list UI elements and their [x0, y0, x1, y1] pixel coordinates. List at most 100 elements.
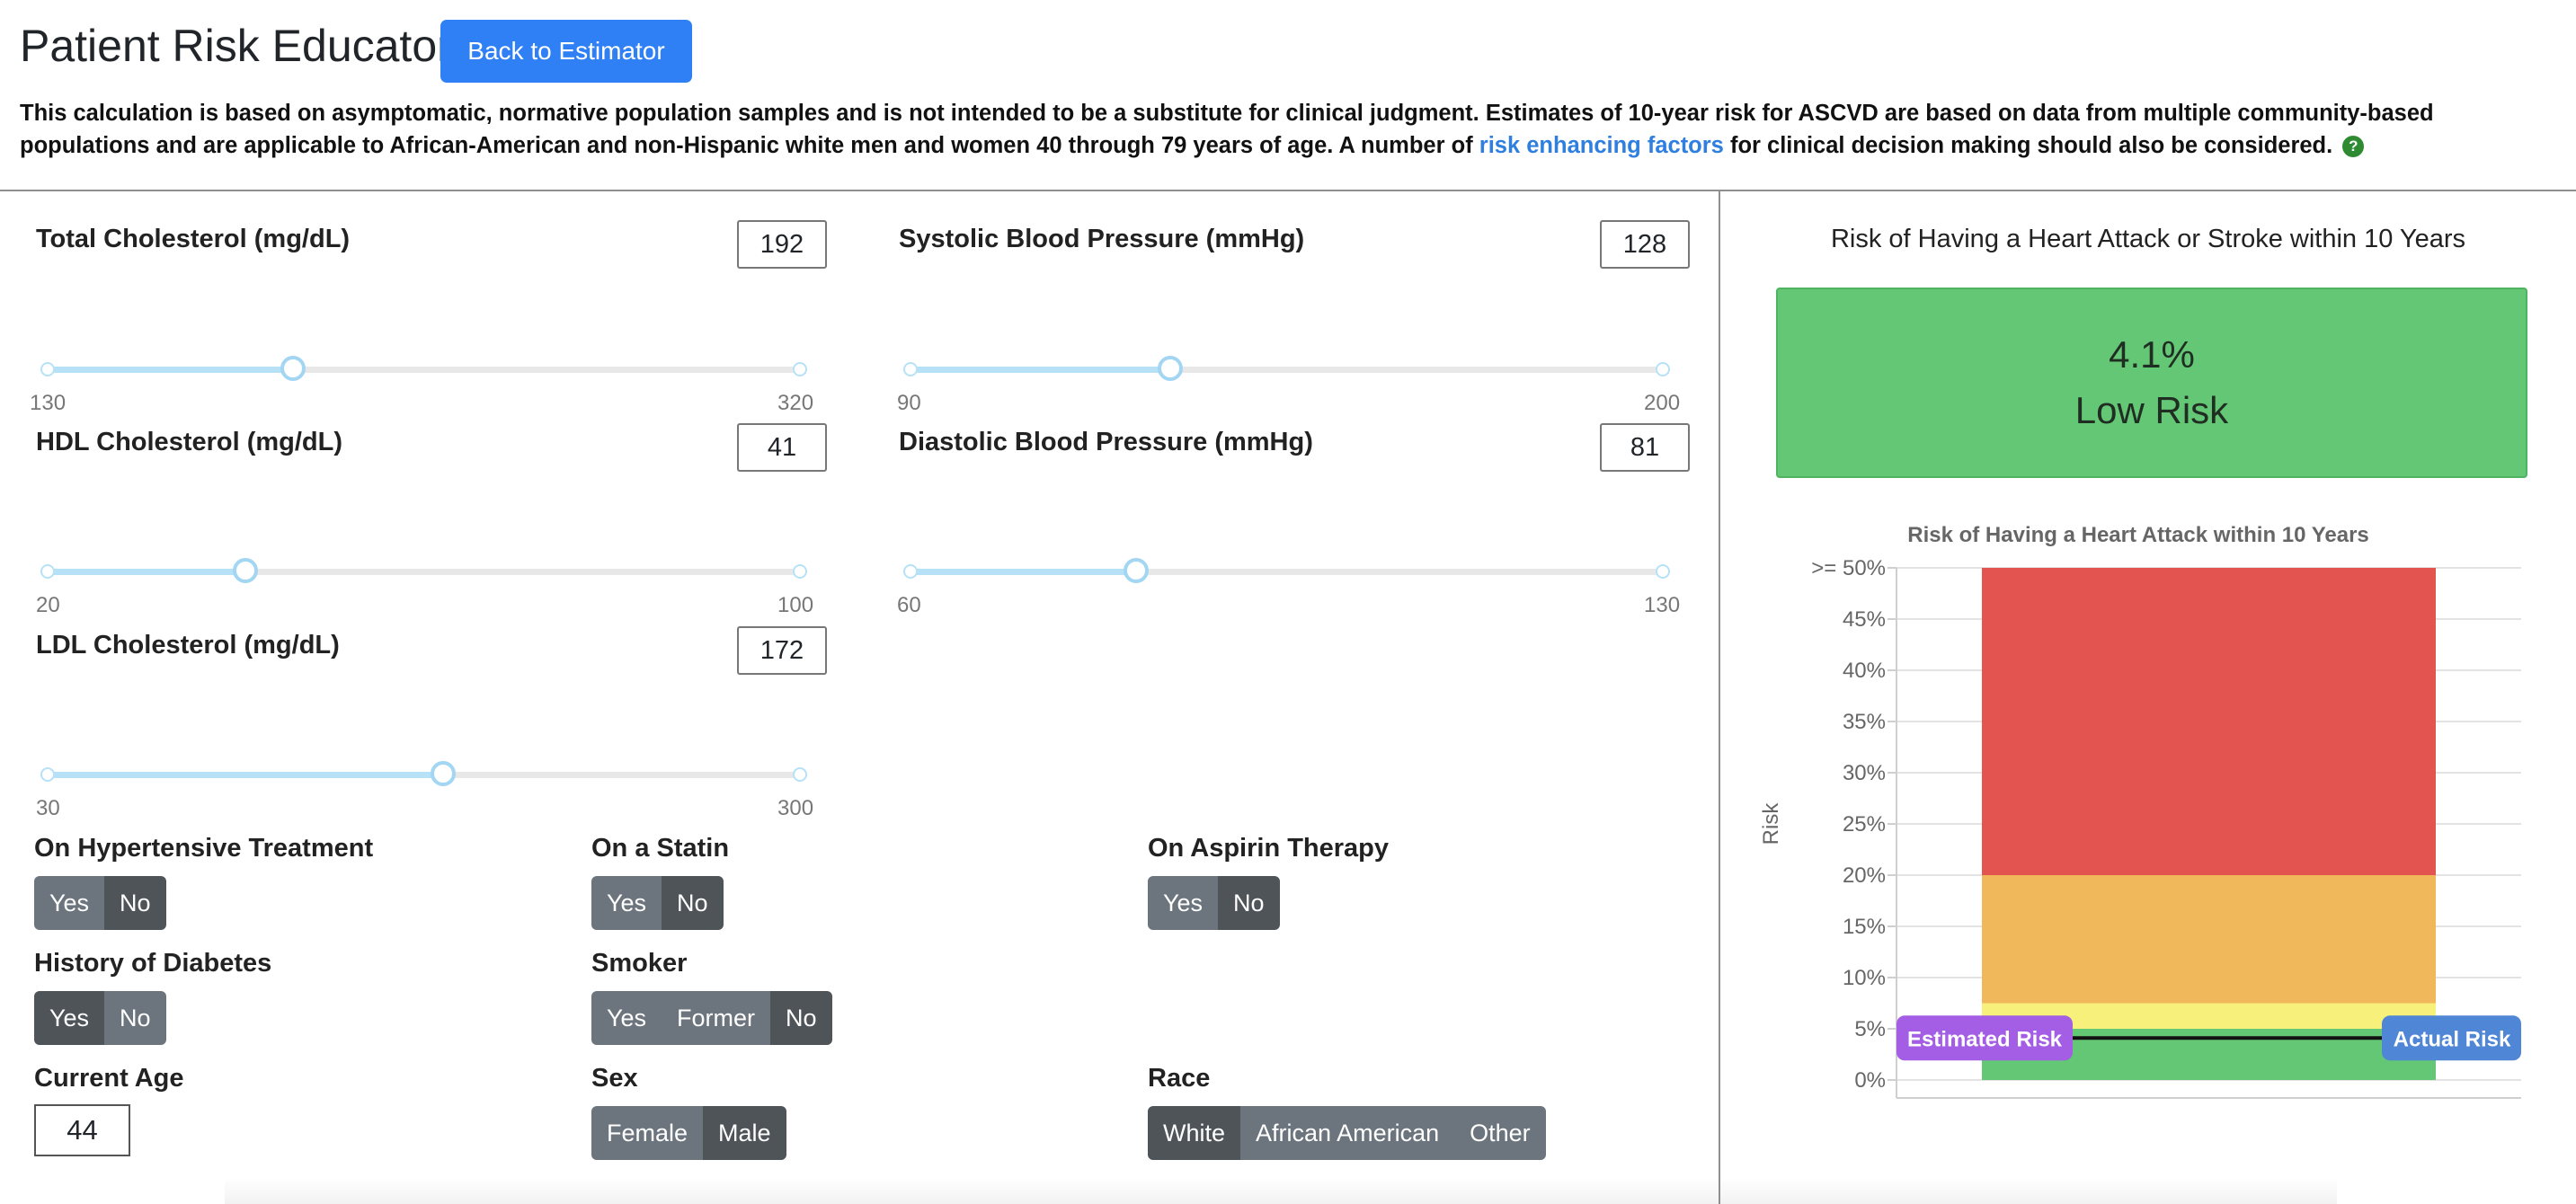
risk-band-2: [1982, 875, 2436, 1004]
total-cholesterol-label: Total Cholesterol (mg/dL): [36, 225, 351, 253]
systolic-bp-label: Systolic Blood Pressure (mmHg): [899, 225, 1305, 253]
hypertensive-option-no[interactable]: No: [104, 876, 166, 930]
risk-title: Risk of Having a Heart Attack or Stroke …: [1830, 225, 2465, 253]
smoker-toggle[interactable]: Yes Former No: [591, 991, 832, 1045]
risk-enhancing-factors-link[interactable]: risk enhancing factors: [1479, 133, 1724, 158]
y-tick-label: 45%: [1843, 607, 1886, 632]
systolic-bp-max: 200: [1644, 391, 1681, 415]
hdl-min: 20: [36, 593, 60, 617]
systolic-bp-slider[interactable]: [903, 353, 1670, 384]
hypertensive-treatment-toggle[interactable]: Yes No: [34, 876, 166, 930]
diabetes-label: History of Diabetes: [34, 949, 272, 978]
diastolic-bp-min: 60: [897, 593, 921, 617]
total-cholesterol-slider[interactable]: [40, 353, 807, 384]
slider-min-handle: [903, 362, 918, 376]
y-tick-label: 15%: [1843, 915, 1886, 939]
ldl-max: 300: [777, 796, 814, 820]
slider-knob[interactable]: [232, 558, 258, 583]
question-circle-icon[interactable]: ?: [2342, 136, 2365, 158]
systolic-bp-input[interactable]: 128: [1600, 220, 1690, 269]
risk-percent: 4.1%: [2109, 333, 2195, 376]
aspirin-therapy-toggle[interactable]: Yes No: [1148, 876, 1280, 930]
risk-level: Low Risk: [2074, 389, 2229, 431]
race-option-white[interactable]: White: [1148, 1106, 1241, 1160]
slider-max-handle: [1656, 362, 1670, 376]
risk-band-3: [1982, 568, 2436, 875]
hdl-label: HDL Cholesterol (mg/dL): [36, 428, 343, 456]
y-tick-label: 20%: [1843, 863, 1886, 888]
race-option-african-american[interactable]: African American: [1240, 1106, 1455, 1160]
page-title: Patient Risk Educator: [20, 21, 452, 71]
y-tick-label: 30%: [1843, 761, 1886, 785]
slider-knob[interactable]: [431, 761, 457, 786]
slider-min-handle: [40, 767, 55, 782]
risk-factor-panel: [0, 191, 1719, 1204]
y-tick-label: 10%: [1843, 966, 1886, 990]
total-cholesterol-input[interactable]: 192: [737, 220, 827, 269]
diabetes-toggle[interactable]: Yes No: [34, 991, 166, 1045]
panel-divider: [1719, 191, 1720, 1204]
ldl-label: LDL Cholesterol (mg/dL): [36, 631, 340, 660]
hypertensive-option-yes[interactable]: Yes: [34, 876, 105, 930]
hdl-input[interactable]: 41: [737, 423, 827, 472]
sex-option-male[interactable]: Male: [703, 1106, 786, 1160]
ldl-min: 30: [36, 796, 60, 820]
diastolic-bp-label: Diastolic Blood Pressure (mmHg): [899, 428, 1313, 456]
aspirin-option-yes[interactable]: Yes: [1148, 876, 1219, 930]
slider-max-handle: [793, 564, 807, 579]
hdl-slider[interactable]: [40, 555, 807, 586]
statin-option-no[interactable]: No: [662, 876, 724, 930]
smoker-option-yes[interactable]: Yes: [591, 991, 662, 1045]
y-tick-label: 0%: [1854, 1068, 1886, 1093]
slider-fill: [903, 367, 1171, 373]
y-axis-label: Risk: [1759, 802, 1783, 845]
slider-fill: [40, 367, 294, 373]
smoker-option-former[interactable]: Former: [662, 991, 771, 1045]
current-age-label: Current Age: [34, 1064, 184, 1093]
risk-chart: 0% 5% 10% 15% 20% 25% 30% 35% 40% 45% >= 50% Risk Es…: [1759, 556, 2521, 1099]
smoker-option-no[interactable]: No: [770, 991, 832, 1045]
back-to-estimator-button[interactable]: Back to Estimator: [440, 20, 692, 83]
statin-label: On a Statin: [591, 834, 730, 863]
disclaimer-text-end: for clinical decision making should also…: [1729, 133, 2333, 158]
aspirin-option-no[interactable]: No: [1218, 876, 1280, 930]
smoker-label: Smoker: [591, 949, 688, 978]
current-age-input[interactable]: 44: [34, 1104, 130, 1156]
sex-label: Sex: [591, 1064, 638, 1093]
actual-risk-label: Actual Risk: [2394, 1027, 2511, 1051]
disclaimer: This calculation is based on asymptomati…: [20, 97, 2554, 162]
ldl-input[interactable]: 172: [737, 626, 827, 675]
sex-option-female[interactable]: Female: [591, 1106, 704, 1160]
hdl-max: 100: [777, 593, 814, 617]
diabetes-option-yes[interactable]: Yes: [34, 991, 105, 1045]
aspirin-therapy-label: On Aspirin Therapy: [1148, 834, 1390, 863]
diastolic-bp-max: 130: [1644, 593, 1681, 617]
slider-max-handle: [793, 767, 807, 782]
y-tick-label: 35%: [1843, 710, 1886, 734]
statin-toggle[interactable]: Yes No: [591, 876, 724, 930]
diastolic-bp-slider[interactable]: [903, 555, 1670, 586]
y-tick-label: >= 50%: [1811, 556, 1886, 580]
total-cholesterol-max: 320: [777, 391, 814, 415]
estimated-risk-label: Estimated Risk: [1907, 1027, 2063, 1051]
slider-min-handle: [903, 564, 918, 579]
systolic-bp-min: 90: [897, 391, 921, 415]
y-tick-label: 40%: [1843, 659, 1886, 683]
header: Patient Risk Educator Back to Estimator …: [0, 0, 2576, 191]
slider-knob[interactable]: [280, 356, 306, 381]
hypertensive-treatment-label: On Hypertensive Treatment: [34, 834, 374, 863]
race-option-other[interactable]: Other: [1454, 1106, 1546, 1160]
y-tick-label: 5%: [1854, 1017, 1886, 1041]
slider-min-handle: [40, 564, 55, 579]
chart-title: Risk of Having a Heart Attack within 10 …: [1907, 523, 2369, 547]
slider-max-handle: [1656, 564, 1670, 579]
sex-toggle[interactable]: Female Male: [591, 1106, 786, 1160]
slider-knob[interactable]: [1158, 356, 1184, 381]
slider-knob[interactable]: [1124, 558, 1150, 583]
total-cholesterol-min: 130: [30, 391, 67, 415]
ldl-slider[interactable]: [40, 758, 807, 789]
statin-option-yes[interactable]: Yes: [591, 876, 662, 930]
diastolic-bp-input[interactable]: 81: [1600, 423, 1690, 472]
diabetes-option-no[interactable]: No: [104, 991, 166, 1045]
race-toggle[interactable]: White African American Other: [1148, 1106, 1546, 1160]
